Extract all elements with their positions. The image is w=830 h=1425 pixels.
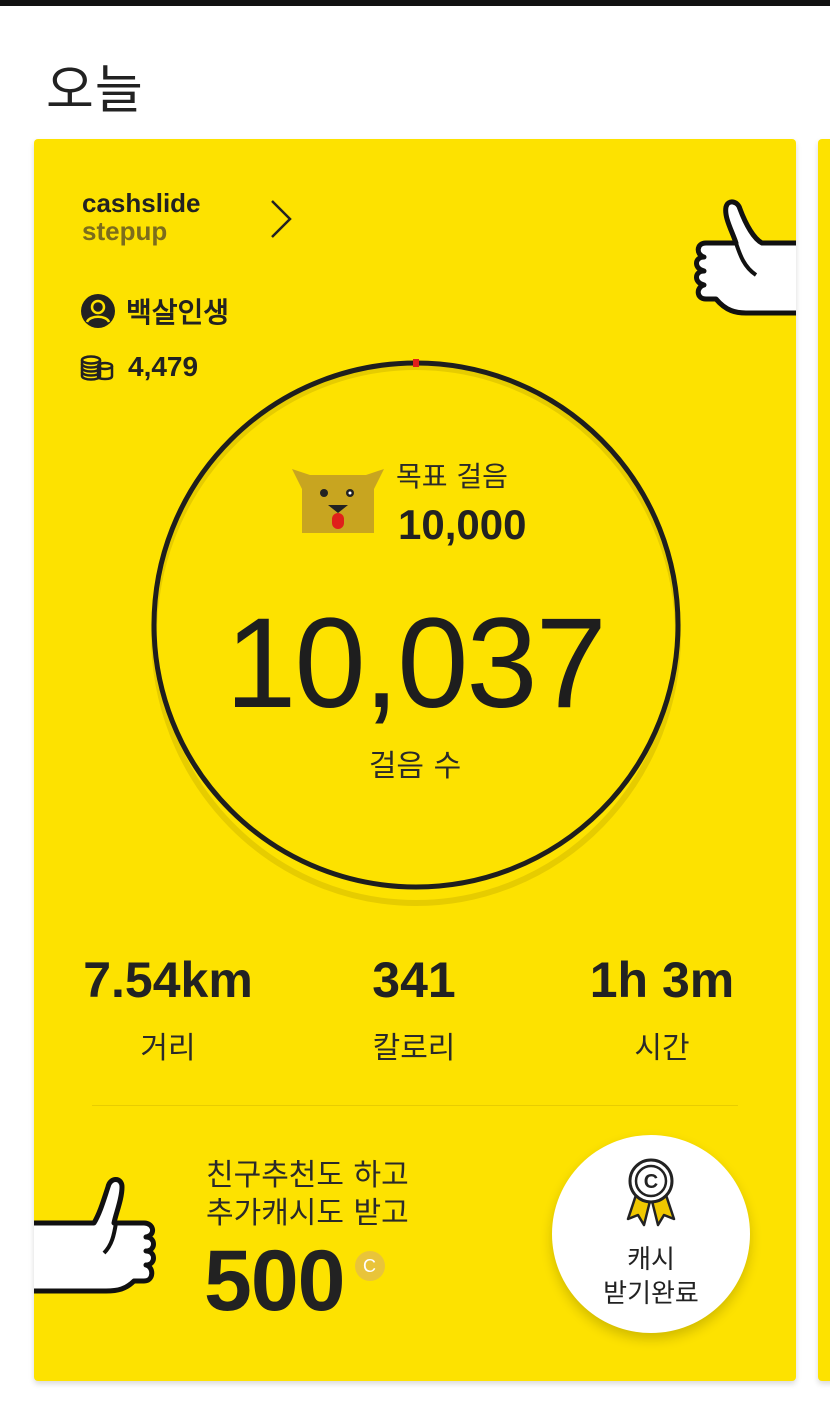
promo-amount: 500 C xyxy=(204,1235,385,1327)
stat-time-value: 1h 3m xyxy=(589,952,735,1008)
goal-steps-value: 10,000 xyxy=(398,501,527,548)
next-card-peek[interactable] xyxy=(818,139,830,1381)
cash-button-label-1: 캐시 xyxy=(627,1245,675,1275)
brand-name: cashslide xyxy=(82,188,201,218)
promo-line-2: 추가캐시도 받고 xyxy=(206,1196,409,1231)
thumbs-up-icon xyxy=(34,1177,156,1294)
svg-text:C: C xyxy=(644,1171,658,1193)
cash-received-button[interactable]: C 캐시 받기완료 xyxy=(552,1135,750,1333)
thumbs-up-icon xyxy=(818,289,830,379)
status-bar-strip xyxy=(0,0,830,6)
user-avatar-icon xyxy=(81,294,115,328)
thumbs-up-icon xyxy=(694,199,796,316)
stat-calories: 341 칼로리 xyxy=(294,951,534,1067)
cash-button-label-2: 받기완료 xyxy=(603,1279,699,1309)
user-profile-row: 백살인생 xyxy=(80,291,229,331)
brand-logo[interactable]: cashslide stepup xyxy=(82,189,201,245)
goal-steps-label: 목표 걸음 xyxy=(396,460,508,493)
stat-calories-value: 341 xyxy=(372,952,456,1008)
page-title: 오늘 xyxy=(46,61,144,121)
promo-text: 친구추천도 하고 추가캐시도 받고 xyxy=(206,1157,409,1233)
dog-mascot-icon xyxy=(292,469,384,533)
stepup-card[interactable]: cashslide stepup 백살인생 4,479 목표 걸음 10,000… xyxy=(34,139,796,1381)
stat-distance-value: 7.54km xyxy=(83,952,253,1008)
promo-line-1: 친구추천도 하고 xyxy=(206,1158,409,1193)
chevron-right-icon[interactable] xyxy=(268,197,294,241)
step-count: 10,037 xyxy=(225,592,607,735)
progress-marker xyxy=(413,359,419,367)
user-name: 백살인생 xyxy=(126,296,230,329)
divider xyxy=(92,1105,738,1106)
cash-currency-icon: C xyxy=(354,1251,385,1281)
medal-icon: C xyxy=(626,1158,676,1227)
stat-calories-label: 칼로리 xyxy=(372,1031,456,1066)
coin-stack-icon xyxy=(80,355,114,381)
stat-time: 1h 3m 시간 xyxy=(542,951,782,1067)
brand-subname: stepup xyxy=(82,216,168,246)
stat-time-label: 시간 xyxy=(634,1031,690,1066)
step-count-label: 걸음 수 xyxy=(368,749,462,784)
promo-amount-value: 500 xyxy=(204,1233,345,1329)
stat-distance-label: 거리 xyxy=(140,1031,196,1066)
stat-distance: 7.54km 거리 xyxy=(48,951,288,1067)
